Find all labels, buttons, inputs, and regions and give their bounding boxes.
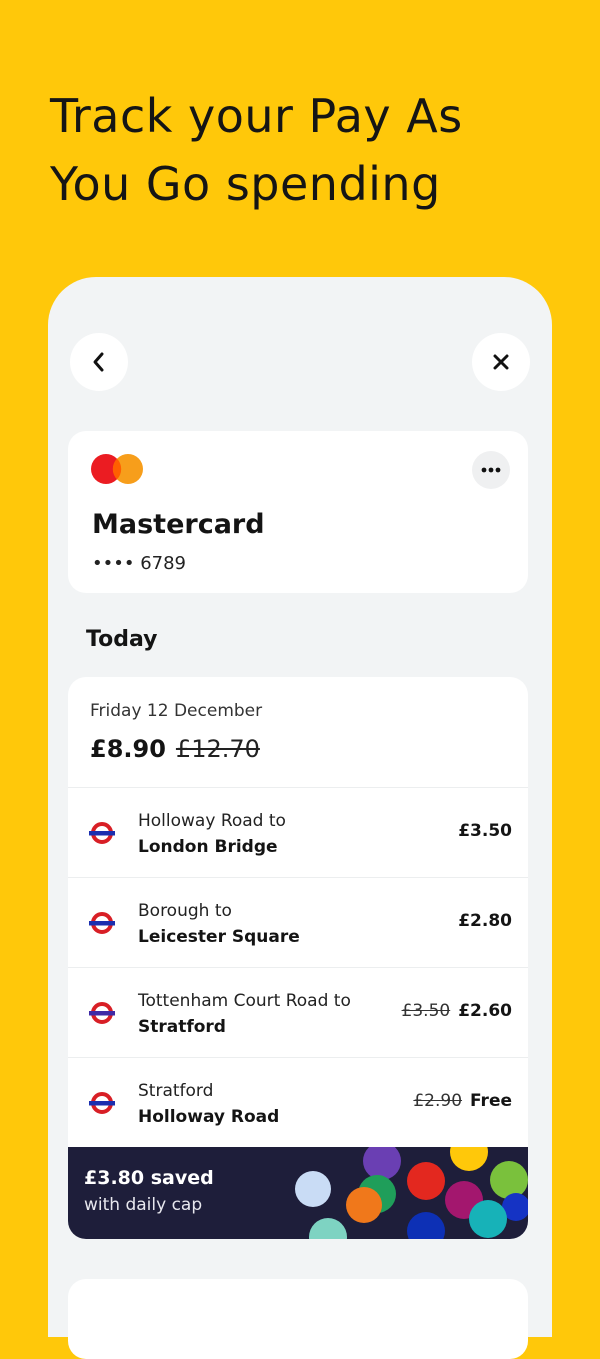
close-icon (493, 354, 509, 370)
payment-card[interactable]: Mastercard •••• 6789 (68, 431, 528, 593)
more-horizontal-icon (481, 467, 501, 473)
journey-from: Borough to (138, 901, 232, 921)
savings-banner: £3.80 saved with daily cap (68, 1147, 528, 1239)
journey-from: Tottenham Court Road to (138, 991, 351, 1011)
card-brand: Mastercard (92, 509, 265, 540)
journey-row[interactable]: Stratford Holloway Road £2.90 Free (68, 1057, 528, 1147)
journey-fare: Free (470, 1091, 512, 1111)
underground-roundel-icon (89, 822, 115, 844)
journey-price: £2.90 Free (413, 1091, 512, 1111)
underground-roundel-icon (89, 1092, 115, 1114)
savings-caption: with daily cap (84, 1195, 203, 1215)
journey-to: Leicester Square (138, 927, 300, 947)
headline-line-2: You Go spending (50, 157, 441, 211)
journeys-card: Friday 12 December £8.90 £12.70 Holloway… (68, 677, 528, 1239)
journey-fare: £2.60 (458, 1001, 512, 1021)
card-options-button[interactable] (472, 451, 510, 489)
journey-stations: Borough to Leicester Square (138, 898, 300, 950)
next-card[interactable] (68, 1279, 528, 1359)
day-date: Friday 12 December (90, 701, 263, 721)
day-header: Friday 12 December £8.90 £12.70 (90, 701, 262, 763)
journey-price: £3.50 (458, 821, 512, 841)
journey-fare: £2.80 (458, 911, 512, 931)
journey-fare: £3.50 (458, 821, 512, 841)
journey-row[interactable]: Holloway Road to London Bridge £3.50 (68, 787, 528, 877)
journey-price: £2.80 (458, 911, 512, 931)
underground-roundel-icon (89, 1002, 115, 1024)
journey-row[interactable]: Borough to Leicester Square £2.80 (68, 877, 528, 967)
journey-from: Stratford (138, 1081, 214, 1101)
journey-stations: Tottenham Court Road to Stratford (138, 988, 351, 1040)
headline: Track your Pay As You Go spending (50, 82, 463, 218)
chevron-left-icon (93, 352, 104, 372)
journey-original-price: £2.90 (413, 1091, 463, 1111)
journey-row[interactable]: Tottenham Court Road to Stratford £3.50 £2.… (68, 967, 528, 1057)
journey-price: £3.50 £2.60 (402, 1001, 512, 1021)
journey-to: Stratford (138, 1017, 226, 1037)
journey-stations: Stratford Holloway Road (138, 1078, 279, 1130)
day-total-amount: £8.90 (90, 735, 166, 763)
journey-to: London Bridge (138, 837, 278, 857)
mastercard-logo-icon (91, 454, 143, 484)
day-total: £8.90 £12.70 (90, 735, 262, 763)
phone-screen: Mastercard •••• 6789 Today Friday 12 Dec… (48, 277, 552, 1359)
journey-from: Holloway Road to (138, 811, 286, 831)
underground-roundel-icon (89, 912, 115, 934)
journey-original-price: £3.50 (401, 1001, 451, 1021)
close-button[interactable] (472, 333, 530, 391)
journey-stations: Holloway Road to London Bridge (138, 808, 286, 860)
section-title: Today (86, 627, 158, 652)
journey-to: Holloway Road (138, 1107, 280, 1127)
headline-line-1: Track your Pay As (50, 89, 463, 143)
card-number: •••• 6789 (92, 553, 186, 574)
decorative-dots (295, 1147, 528, 1239)
back-button[interactable] (70, 333, 128, 391)
day-original-total: £12.70 (175, 735, 260, 763)
savings-amount: £3.80 saved (84, 1167, 214, 1189)
